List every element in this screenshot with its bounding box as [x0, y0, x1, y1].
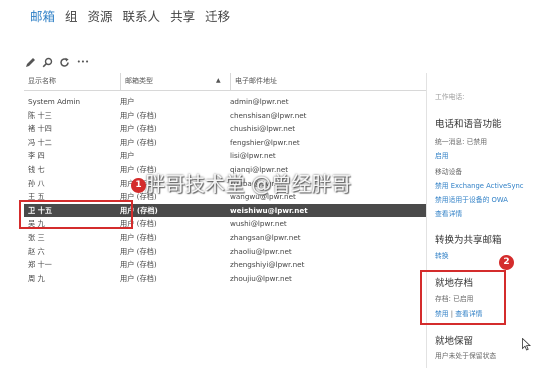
nav-mailboxes[interactable]: 邮箱 [30, 6, 55, 26]
nav-resources[interactable]: 资源 [88, 6, 113, 26]
cell-name: 周 九 [28, 273, 45, 283]
enable-um-link[interactable]: 启用 [435, 150, 449, 160]
cell-type: 用户 (存档) [120, 232, 157, 242]
table-row[interactable]: 张 三 用户 (存档) zhangsan@lpwr.net [24, 231, 426, 245]
mobile-devices-label: 移动设备 [435, 168, 463, 176]
disable-owa-link[interactable]: 禁用适用于设备的 OWA [435, 194, 508, 204]
nav-groups[interactable]: 组 [65, 6, 78, 26]
cell-email: admin@lpwr.net [230, 97, 289, 106]
table-row[interactable]: 李 四 用户 lisi@lpwr.net [24, 149, 426, 163]
cell-email: weishiwu@lpwr.net [230, 205, 308, 215]
refresh-icon[interactable] [58, 56, 70, 68]
table-row[interactable]: 赵 六 用户 (存档) zhaoliu@lpwr.net [24, 245, 426, 259]
cell-email: fengshier@lpwr.net [230, 137, 300, 147]
annotation-badge-2: 2 [499, 255, 514, 270]
top-nav: 邮箱 组 资源 联系人 共享 迁移 [30, 6, 230, 26]
cell-email: zhengshiyi@lpwr.net [230, 260, 305, 270]
toolbar: ••• [24, 56, 91, 68]
table-row[interactable]: 褚 十四 用户 (存档) chushisi@lpwr.net [24, 122, 426, 136]
table-row[interactable]: System Admin 用户 admin@lpwr.net [24, 95, 426, 109]
cell-name: 陈 十三 [28, 110, 52, 120]
nav-migration[interactable]: 迁移 [205, 6, 230, 26]
cell-type: 用户 (存档) [120, 124, 157, 134]
cell-type: 用户 [120, 97, 135, 106]
cell-email: zhoujiu@lpwr.net [230, 273, 292, 283]
table-row[interactable]: 冯 十二 用户 (存档) fengshier@lpwr.net [24, 136, 426, 150]
annotation-box-selected-row [19, 200, 133, 229]
column-mailbox-type[interactable]: 邮箱类型 [120, 73, 230, 90]
work-phone-label: 工作电话: [435, 93, 465, 101]
annotation-badge-1: 1 [131, 178, 146, 193]
cell-type: 用户 (存档) [120, 137, 157, 147]
table-header: 显示名称 邮箱类型 ▲ 电子邮件地址 [24, 73, 426, 91]
column-email-address[interactable]: 电子邮件地址 [230, 73, 426, 90]
cell-email: zhangsan@lpwr.net [230, 232, 301, 242]
search-icon[interactable] [41, 56, 53, 68]
nav-contacts[interactable]: 联系人 [123, 6, 161, 26]
annotation-box-archive [420, 270, 506, 325]
mouse-cursor-icon [522, 336, 532, 355]
convert-shared-heading: 转换为共享邮箱 [435, 235, 502, 246]
cell-type: 用户 (存档) [120, 260, 157, 270]
disable-activesync-link[interactable]: 禁用 Exchange ActiveSync [435, 180, 524, 190]
cell-name: 冯 十二 [28, 137, 52, 147]
cell-name: 张 三 [28, 232, 45, 242]
cell-name: 李 四 [28, 151, 45, 161]
voice-features-heading: 电话和语音功能 [435, 119, 502, 130]
cell-email: wushi@lpwr.net [230, 219, 287, 229]
edit-icon[interactable] [24, 56, 36, 68]
cell-type: 用户 (存档) [120, 246, 157, 256]
column-display-name[interactable]: 显示名称 [24, 73, 120, 90]
cell-email: chenshisan@lpwr.net [230, 110, 307, 120]
watermark: 胖哥技术堂 @曾经胖哥 [145, 172, 352, 196]
convert-link[interactable]: 转换 [435, 250, 449, 260]
unified-messaging-status: 统一消息: 已禁用 [435, 138, 488, 146]
cell-type: 用户 (存档) [120, 110, 157, 120]
table-row[interactable]: 陈 十三 用户 (存档) chenshisan@lpwr.net [24, 109, 426, 123]
view-details-link[interactable]: 查看详情 [435, 208, 462, 218]
cell-email: chushisi@lpwr.net [230, 124, 296, 134]
nav-shared[interactable]: 共享 [170, 6, 195, 26]
table-row[interactable]: 周 九 用户 (存档) zhoujiu@lpwr.net [24, 272, 426, 286]
cell-name: 褚 十四 [28, 124, 52, 134]
cell-name: 赵 六 [28, 246, 45, 256]
cell-name: 钱 七 [28, 164, 45, 174]
cell-email: lisi@lpwr.net [230, 151, 276, 161]
in-place-hold-heading: 就地保留 [435, 336, 474, 347]
cell-name: 孙 八 [28, 178, 45, 188]
cell-name: 郑 十一 [28, 260, 52, 270]
sort-arrow-icon: ▲ [216, 77, 221, 84]
cell-type: 用户 [120, 151, 135, 161]
cell-name: System Admin [28, 97, 80, 106]
table-row[interactable]: 郑 十一 用户 (存档) zhengshiyi@lpwr.net [24, 258, 426, 272]
cell-type: 用户 (存档) [120, 273, 157, 283]
cell-email: zhaoliu@lpwr.net [230, 246, 292, 256]
more-icon[interactable]: ••• [75, 56, 91, 68]
hold-status: 用户未处于保留状态 [435, 352, 497, 360]
